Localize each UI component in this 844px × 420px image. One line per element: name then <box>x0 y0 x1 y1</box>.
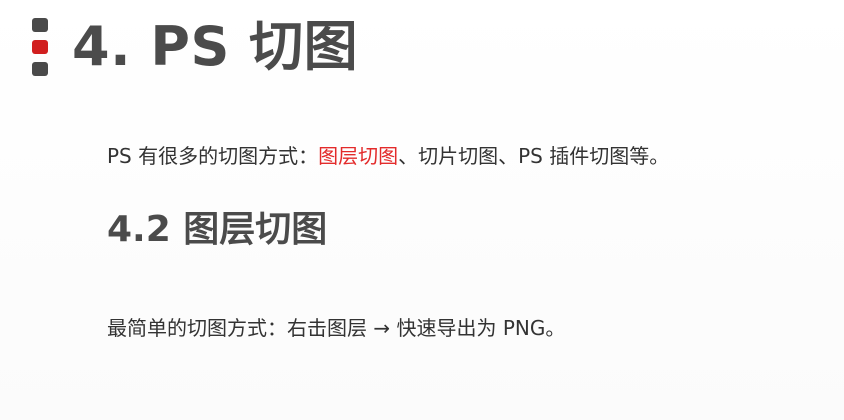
section-heading: 4.2 图层切图 <box>107 209 328 250</box>
page-title: 4. PS 切图 <box>72 15 359 78</box>
marker-bar-bottom <box>32 62 48 76</box>
intro-suffix: 、切片切图、PS 插件切图等。 <box>398 144 670 168</box>
slide: 4. PS 切图 PS 有很多的切图方式：图层切图、切片切图、PS 插件切图等。… <box>0 0 844 420</box>
intro-paragraph: PS 有很多的切图方式：图层切图、切片切图、PS 插件切图等。 <box>107 142 669 170</box>
title-marker-icon <box>32 18 48 78</box>
marker-bar-middle <box>32 40 48 54</box>
intro-prefix: PS 有很多的切图方式： <box>107 144 319 168</box>
intro-highlight: 图层切图 <box>318 144 399 168</box>
marker-bar-top <box>32 18 48 32</box>
instruction-paragraph: 最简单的切图方式：右击图层 → 快速导出为 PNG。 <box>107 316 566 340</box>
